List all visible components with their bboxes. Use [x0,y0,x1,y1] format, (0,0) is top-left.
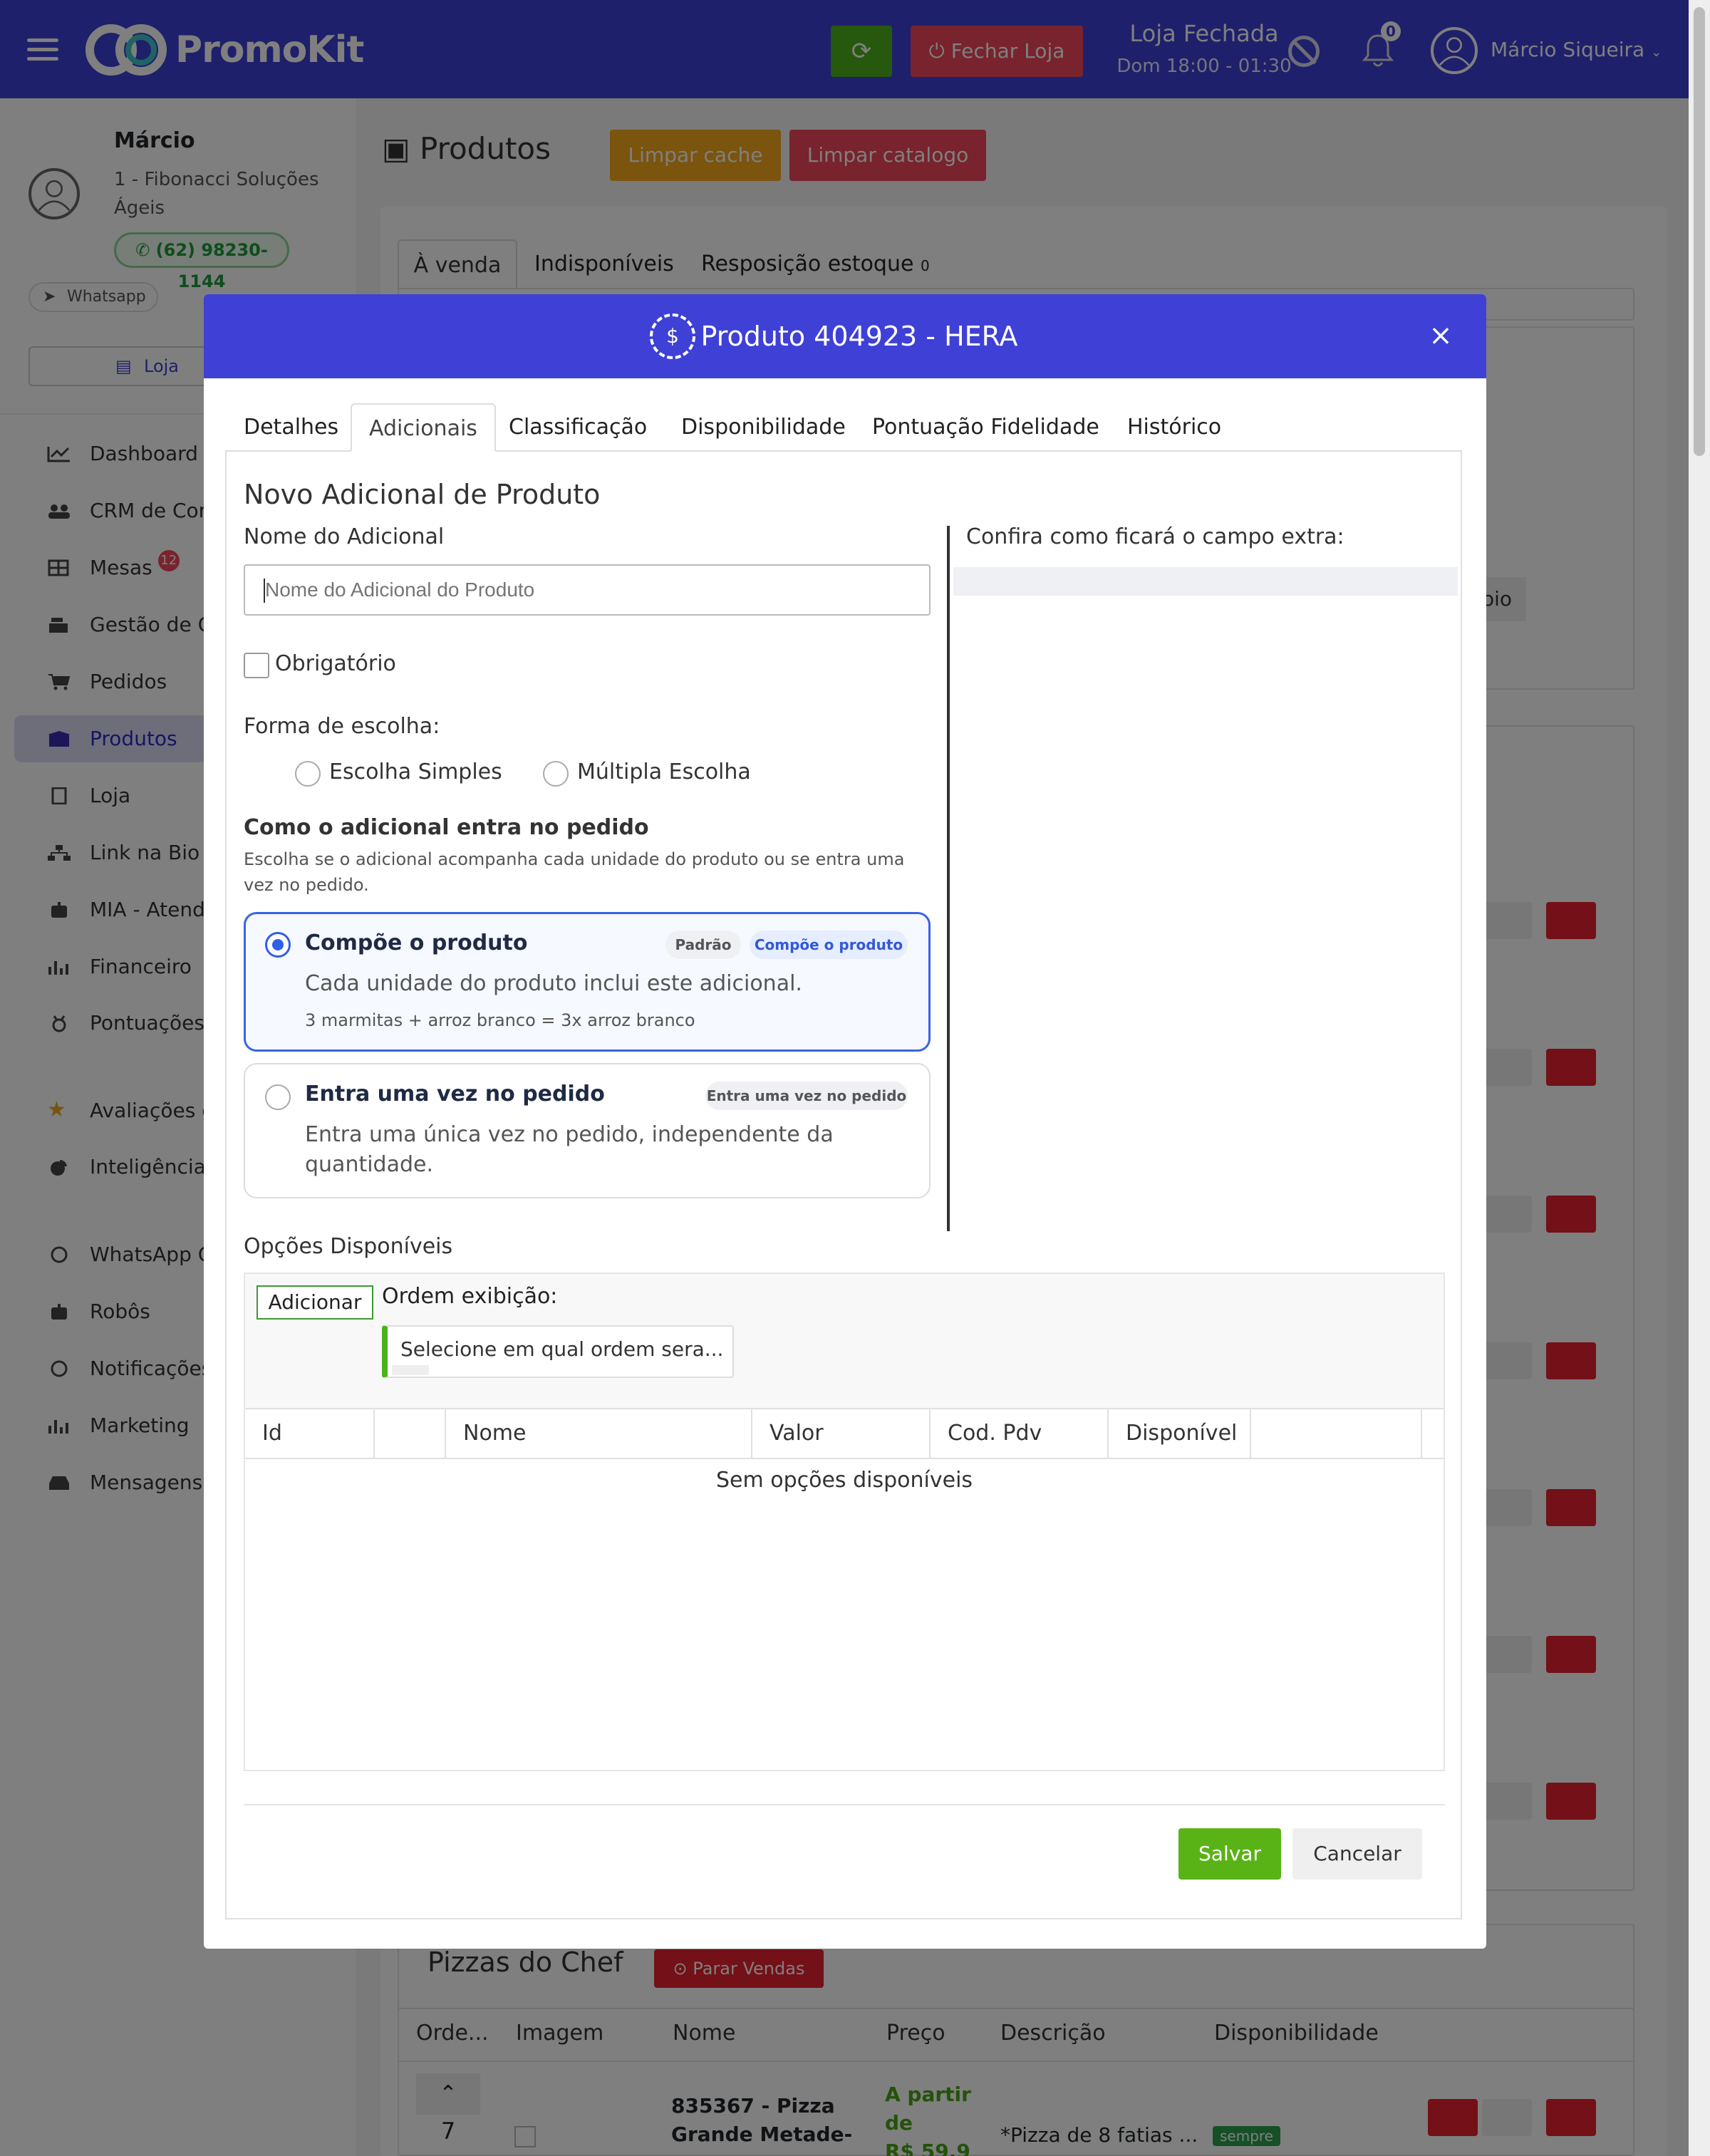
order-select-underline [392,1365,429,1375]
order-select[interactable]: Selecione em qual ordem sera... [382,1325,734,1378]
tab-historico[interactable]: Histórico [1127,403,1221,452]
order-label: Ordem exibição: [382,1284,558,1309]
option-once-radio[interactable] [265,1084,291,1110]
choice-simple-radio[interactable] [295,761,321,787]
grid-col-blank[interactable] [375,1408,446,1459]
option-compose-example: 3 marmitas + arroz branco = 3x arroz bra… [305,1010,695,1030]
close-icon[interactable]: × [1425,318,1456,353]
add-option-button[interactable]: Adicionar [256,1285,373,1320]
grid-col-valor[interactable]: Valor [752,1408,931,1459]
grid-col-id[interactable]: Id [245,1408,375,1459]
preview-box [953,567,1458,596]
choice-label: Forma de escolha: [244,714,440,739]
section-title: Novo Adicional de Produto [244,479,601,510]
option-compose-title: Compõe o produto [305,931,528,955]
preview-label: Confira como ficará o campo extra: [966,524,1344,549]
options-title: Opções Disponíveis [244,1234,453,1259]
footer-divider [244,1804,1445,1805]
tab-pontuacao-fidelidade[interactable]: Pontuação Fidelidade [872,403,1099,452]
addon-name-input[interactable] [244,564,931,616]
modal-title: Produto 404923 - HERA [700,321,1018,352]
addon-name-label: Nome do Adicional [244,524,445,549]
option-once-description: Entra uma única vez no pedido, independe… [305,1122,834,1147]
default-pill: Padrão [665,931,741,959]
required-label: Obrigatório [275,651,396,676]
tab-disponibilidade[interactable]: Disponibilidade [681,403,846,452]
option-compose-radio[interactable] [265,932,291,958]
choice-simple-label: Escolha Simples [329,760,502,784]
grid-col-disponivel[interactable]: Disponível [1109,1408,1251,1459]
text-caret [264,579,265,603]
mode-description: Escolha se o adicional acompanha cada un… [244,849,905,869]
mode-title: Como o adicional entra no pedido [244,815,649,840]
tab-classificacao[interactable]: Classificação [509,403,647,452]
option-once-description: quantidade. [305,1152,434,1177]
choice-multiple-label: Múltipla Escolha [577,760,751,784]
required-checkbox[interactable] [244,653,269,678]
scrollbar-thumb[interactable] [1694,7,1705,456]
compose-pill: Compõe o produto [750,931,908,959]
cancel-button[interactable]: Cancelar [1292,1828,1422,1880]
save-button[interactable]: Salvar [1178,1828,1281,1880]
vertical-divider [947,526,950,1231]
choice-multiple-radio[interactable] [543,761,569,787]
tab-adicionais[interactable]: Adicionais [351,403,496,452]
grid-empty-message: Sem opções disponíveis [715,1468,973,1493]
grid-col-nome[interactable]: Nome [446,1408,752,1459]
grid-col-cod-pdv[interactable]: Cod. Pdv [931,1408,1109,1459]
mode-description: vez no pedido. [244,875,369,895]
tab-detalhes[interactable]: Detalhes [244,403,338,452]
option-once-title: Entra uma vez no pedido [305,1082,605,1106]
grid-col-actions [1251,1408,1422,1459]
once-pill: Entra uma vez no pedido [705,1082,908,1110]
options-grid-body [245,1459,1444,1770]
option-compose-description: Cada unidade do produto inclui este adic… [305,971,802,996]
